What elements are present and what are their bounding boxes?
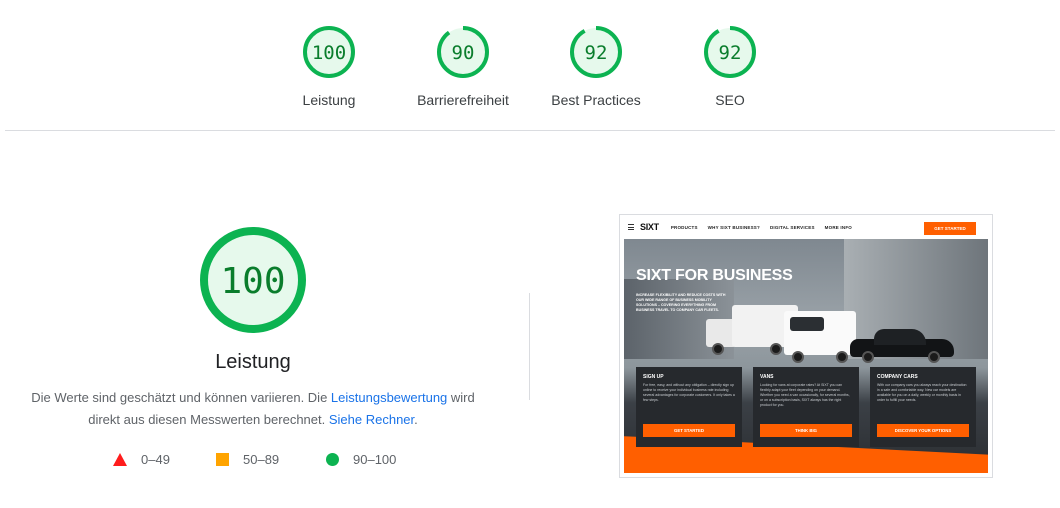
score-label: Best Practices	[551, 92, 641, 108]
score-label: SEO	[715, 92, 745, 108]
thumb-get-started-button: GET STARTED	[924, 222, 976, 235]
square-icon	[216, 453, 229, 466]
score-gauge-seo[interactable]: 92 SEO	[660, 24, 800, 108]
thumb-hero: SIXT FOR BUSINESS INCREASE FLEXIBILITY A…	[624, 239, 988, 473]
thumb-navbar: SIXT PRODUCTS WHY SIXT BUSINESS? DIGITAL…	[620, 215, 992, 239]
score-label: Barrierefreiheit	[417, 92, 509, 108]
score-value: 100	[312, 42, 346, 64]
thumb-card-signup: SIGN UP For free, easy, and without any …	[636, 367, 742, 447]
thumb-nav-item: WHY SIXT BUSINESS?	[707, 224, 760, 230]
menu-icon	[628, 224, 634, 230]
thumb-card-company-cars: COMPANY CARS With our company cars you a…	[870, 367, 976, 447]
thumb-hero-title: SIXT FOR BUSINESS	[636, 267, 793, 284]
legend-average: 50–89	[216, 452, 279, 467]
card-title: VANS	[760, 374, 774, 380]
final-screenshot[interactable]: SIXT PRODUCTS WHY SIXT BUSINESS? DIGITAL…	[619, 214, 993, 478]
gauge-ring: 92	[704, 26, 756, 78]
card-button: THINK BIG	[760, 424, 852, 437]
thumb-hero-subtitle: INCREASE FLEXIBILITY AND REDUCE COSTS WI…	[636, 293, 726, 312]
legend-label: 50–89	[243, 452, 280, 467]
card-button: GET STARTED	[643, 424, 735, 437]
card-button: DISCOVER YOUR OPTIONS	[877, 424, 969, 437]
legend-label: 90–100	[353, 452, 397, 467]
legend-fail: 0–49	[113, 452, 170, 467]
section-divider	[5, 130, 1055, 131]
desc-text: Die Werte sind geschätzt und können vari…	[31, 390, 331, 405]
sixt-logo: SIXT	[640, 222, 659, 232]
score-label: Leistung	[302, 92, 356, 108]
card-title: COMPANY CARS	[877, 374, 918, 380]
card-body: For free, easy, and without any obligati…	[643, 383, 735, 402]
gauge-ring: 100	[303, 26, 355, 78]
thumb-nav-item: MORE INFO	[824, 224, 852, 230]
performance-title: Leistung	[215, 351, 291, 373]
circle-icon	[326, 453, 339, 466]
score-gauge-accessibility[interactable]: 90 Barrierefreiheit	[393, 24, 533, 108]
performance-description: Die Werte sind geschätzt und können vari…	[30, 387, 476, 431]
score-gauge-performance[interactable]: 100 Leistung	[259, 24, 399, 108]
thumb-nav-item: PRODUCTS	[670, 224, 698, 230]
card-body: Looking for vans at corporate rates? At …	[760, 383, 850, 407]
gauge-ring: 92	[570, 26, 622, 78]
score-gauge-best-practices[interactable]: 92 Best Practices	[526, 24, 666, 108]
car-image	[850, 327, 954, 363]
calculator-link[interactable]: Siehe Rechner	[329, 412, 414, 427]
thumb-nav-item: DIGITAL SERVICES	[769, 224, 815, 230]
vertical-divider	[529, 293, 530, 400]
thumb-card-vans: VANS Looking for vans at corporate rates…	[753, 367, 859, 447]
performance-score-value: 100	[220, 261, 285, 302]
card-title: SIGN UP	[643, 374, 664, 380]
score-value: 92	[719, 42, 742, 64]
score-value: 90	[452, 42, 475, 64]
legend-label: 0–49	[141, 452, 170, 467]
performance-score-gauge: 100	[200, 227, 306, 333]
card-body: With our company cars you always reach y…	[877, 383, 967, 402]
score-value: 92	[585, 42, 608, 64]
gauge-ring: 90	[437, 26, 489, 78]
desc-text: .	[414, 412, 418, 427]
triangle-icon	[113, 453, 127, 466]
legend-pass: 90–100	[326, 452, 396, 467]
scoring-link[interactable]: Leistungsbewertung	[331, 390, 447, 405]
